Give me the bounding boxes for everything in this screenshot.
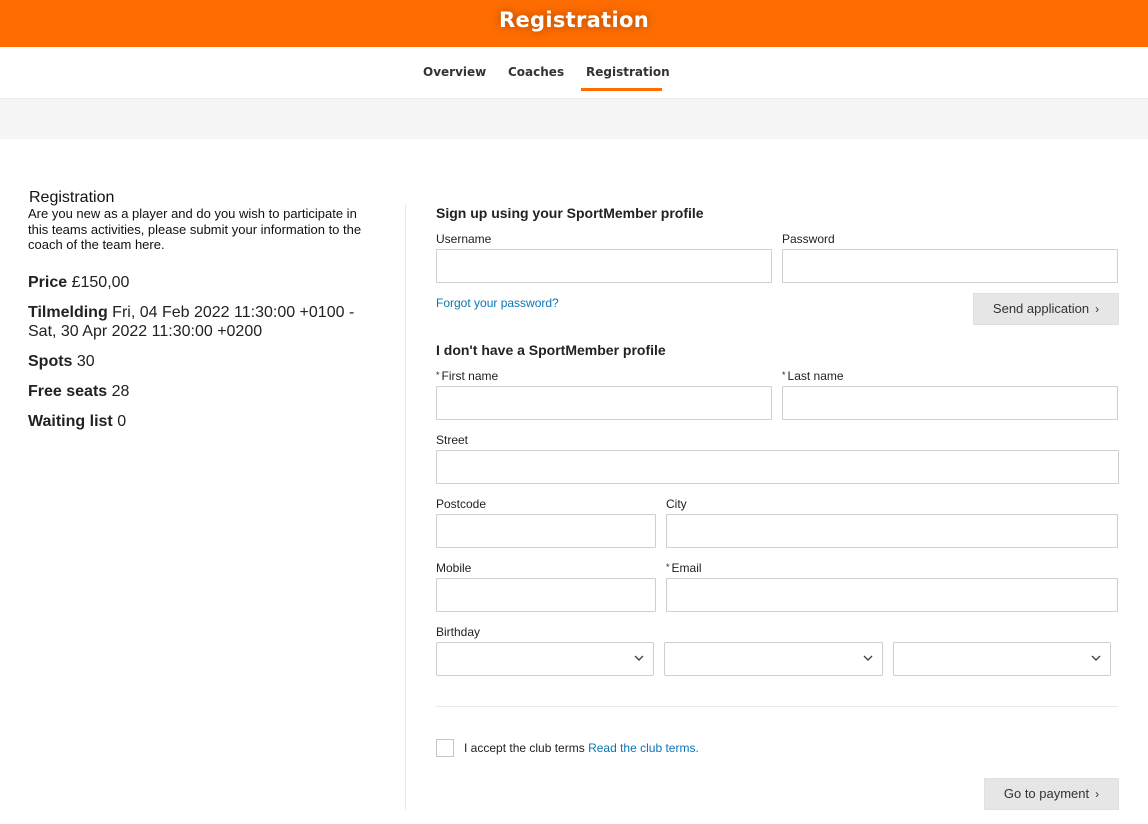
tab-nav: Overview Coaches Registration xyxy=(0,47,1148,99)
required-mark: * xyxy=(782,370,786,380)
info-description: Are you new as a player and do you wish … xyxy=(28,206,362,252)
password-label: Password xyxy=(782,232,835,246)
forgot-password-link[interactable]: Forgot your password? xyxy=(436,296,559,310)
street-label: Street xyxy=(436,433,469,447)
header-bar: Registration xyxy=(0,0,1148,47)
accept-terms-checkbox[interactable] xyxy=(436,739,454,757)
birthday-label: Birthday xyxy=(436,625,481,639)
free-seats-row: Free seats 28 xyxy=(28,382,129,401)
chevron-down-icon xyxy=(863,655,873,661)
last-name-input[interactable] xyxy=(782,386,1118,420)
chevron-down-icon xyxy=(1091,655,1101,661)
username-input[interactable] xyxy=(436,249,772,283)
period-row: Tilmelding Fri, 04 Feb 2022 11:30:00 +01… xyxy=(28,303,373,341)
password-input[interactable] xyxy=(782,249,1118,283)
price-row: Price £150,00 xyxy=(28,273,129,292)
chevron-right-icon: › xyxy=(1095,787,1100,801)
city-input[interactable] xyxy=(666,514,1118,548)
required-mark: * xyxy=(436,370,440,380)
mobile-label: Mobile xyxy=(436,561,472,575)
first-name-label: * First name xyxy=(436,369,499,383)
free-seats-value: 28 xyxy=(111,383,130,400)
waiting-list-label: Waiting list xyxy=(28,413,113,430)
chevron-right-icon: › xyxy=(1095,302,1100,316)
period-label: Tilmelding xyxy=(28,304,108,321)
tab-overview[interactable]: Overview xyxy=(423,65,486,79)
last-name-label: * Last name xyxy=(782,369,844,383)
price-label: Price xyxy=(28,274,68,291)
chevron-down-icon xyxy=(634,655,644,661)
register-heading: I don't have a SportMember profile xyxy=(436,342,666,358)
go-to-payment-label: Go to payment xyxy=(1003,786,1090,801)
birthday-month-select[interactable] xyxy=(664,642,883,676)
street-input[interactable] xyxy=(436,450,1119,484)
send-application-label: Send application xyxy=(992,301,1090,316)
active-tab-indicator xyxy=(581,88,662,91)
username-label: Username xyxy=(436,232,492,246)
email-label: * Email xyxy=(666,561,702,575)
spots-value: 30 xyxy=(76,353,95,370)
read-terms-link[interactable]: Read the club terms. xyxy=(588,741,699,755)
form-divider xyxy=(436,706,1118,707)
price-value: £150,00 xyxy=(71,274,130,291)
birthday-year-select[interactable] xyxy=(893,642,1111,676)
subheader-band xyxy=(0,99,1148,139)
page-title: Registration xyxy=(499,8,649,32)
go-to-payment-button[interactable]: Go to payment › xyxy=(984,778,1119,810)
postcode-input[interactable] xyxy=(436,514,656,548)
tab-registration[interactable]: Registration xyxy=(586,65,670,79)
signin-heading: Sign up using your SportMember profile xyxy=(436,205,704,221)
first-name-input[interactable] xyxy=(436,386,772,420)
birthday-day-select[interactable] xyxy=(436,642,654,676)
city-label: City xyxy=(666,497,687,511)
spots-row: Spots 30 xyxy=(28,352,95,371)
waiting-list-value: 0 xyxy=(117,413,127,430)
postcode-label: Postcode xyxy=(436,497,487,511)
column-divider xyxy=(405,204,406,810)
free-seats-label: Free seats xyxy=(28,383,108,400)
terms-label: I accept the club terms xyxy=(464,741,585,755)
send-application-button[interactable]: Send application › xyxy=(973,293,1119,325)
spots-label: Spots xyxy=(28,353,73,370)
required-mark: * xyxy=(666,562,670,572)
mobile-input[interactable] xyxy=(436,578,656,612)
waiting-list-row: Waiting list 0 xyxy=(28,412,126,431)
email-input[interactable] xyxy=(666,578,1118,612)
tab-coaches[interactable]: Coaches xyxy=(508,65,564,79)
terms-text: I accept the club terms Read the club te… xyxy=(464,741,699,755)
info-title: Registration xyxy=(29,189,115,206)
